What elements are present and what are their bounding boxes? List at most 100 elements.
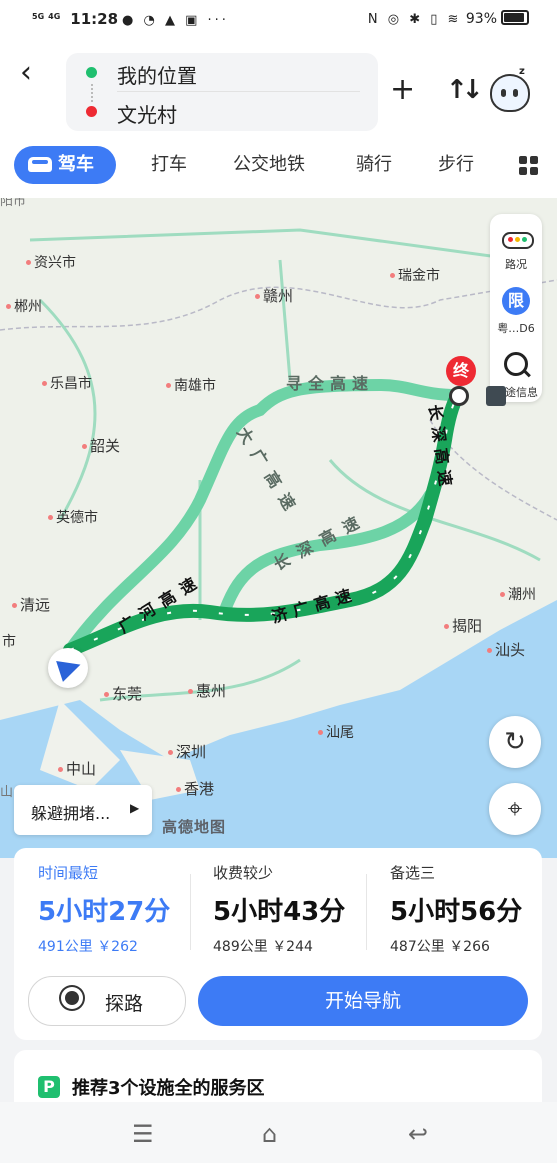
start-navigation-button[interactable]: 开始导航 bbox=[198, 976, 528, 1026]
locate-button[interactable]: ⌖ bbox=[489, 783, 541, 835]
car-icon bbox=[28, 157, 52, 172]
route-options-panel: 时间最短 5小时27分 491公里 ￥262 收费较少 5小时43分 489公里… bbox=[14, 848, 542, 1040]
origin-field[interactable]: 我的位置 bbox=[117, 60, 197, 89]
service-area-card[interactable]: P 推荐3个设施全的服务区 bbox=[14, 1050, 542, 1110]
swap-icon: ↑↓ bbox=[446, 75, 483, 105]
city-ganzhou: 赣州 bbox=[255, 285, 293, 306]
destination-pin-icon bbox=[449, 386, 469, 406]
parking-icon: P bbox=[38, 1076, 60, 1098]
transport-tabs: 驾车 打车 公交地铁 骑行 步行 bbox=[0, 146, 557, 188]
city-jieyang: 揭阳 bbox=[444, 615, 482, 636]
network-5g: 5G bbox=[32, 12, 45, 21]
route-map[interactable]: 阳市 资兴市 郴州 赣州 瑞金市 乐昌市 南雄市 韶关 英德市 清远 市 东莞 … bbox=[0, 198, 557, 858]
tab-bike[interactable]: 骑行 bbox=[356, 146, 392, 184]
crosshair-icon: ⌖ bbox=[507, 794, 523, 824]
city-dongguan: 东莞 bbox=[104, 683, 142, 704]
city-chaozhou: 潮州 bbox=[500, 584, 536, 604]
option-toll: ￥244 bbox=[272, 939, 313, 955]
add-waypoint-button[interactable]: + bbox=[390, 72, 415, 107]
option-tag: 收费较少 bbox=[213, 864, 274, 882]
refresh-icon: ↻ bbox=[504, 727, 526, 757]
assistant-mascot-button[interactable] bbox=[490, 74, 530, 112]
more-modes-grid-icon[interactable] bbox=[519, 156, 539, 176]
option-distance: 491公里 bbox=[38, 939, 93, 955]
city-ruijin: 瑞金市 bbox=[390, 265, 440, 285]
city-lechang: 乐昌市 bbox=[42, 373, 92, 393]
destination-marker[interactable]: 终 bbox=[446, 356, 476, 386]
city-chenzhou: 郴州 bbox=[6, 296, 42, 316]
search-icon[interactable] bbox=[504, 352, 528, 376]
tab-drive[interactable]: 驾车 bbox=[14, 146, 116, 184]
probe-route-button[interactable]: 探路 bbox=[28, 976, 186, 1026]
city-qingyuan: 清远 bbox=[12, 594, 50, 615]
option-meta: 491公里 ￥262 bbox=[38, 936, 170, 956]
option-toll: ￥266 bbox=[449, 939, 490, 955]
tab-transit[interactable]: 公交地铁 bbox=[233, 146, 305, 184]
radar-icon bbox=[65, 991, 79, 1005]
city-shaoguan: 韶关 bbox=[82, 435, 120, 456]
city-nanxiong: 南雄市 bbox=[166, 375, 216, 395]
avoid-label: 躲避拥堵... bbox=[31, 804, 111, 823]
route-option-fastest[interactable]: 时间最短 5小时27分 491公里 ￥262 bbox=[38, 862, 170, 982]
route-connector bbox=[91, 84, 93, 102]
option-meta: 487公里 ￥266 bbox=[390, 936, 522, 956]
minor-road bbox=[29, 228, 521, 262]
plus-icon: + bbox=[390, 72, 416, 107]
route-option-alt-three[interactable]: 备选三 5小时56分 487公里 ￥266 bbox=[390, 862, 522, 982]
swap-route-button[interactable]: ↑↓ bbox=[446, 75, 483, 105]
city-hongkong: 香港 bbox=[176, 778, 214, 799]
highway-xunquan: 寻全高速 bbox=[286, 374, 375, 393]
tab-taxi[interactable]: 打车 bbox=[151, 146, 187, 184]
status-bar: 5G 4G 11:28 ● ◔ ▲ ▣ ··· N ◎ ✱ ▯ ≋ 93% bbox=[0, 0, 557, 40]
home-icon[interactable]: ⌂ bbox=[262, 1120, 277, 1148]
chevron-left-icon: ‹ bbox=[20, 55, 32, 90]
notification-icons: ● ◔ ▲ ▣ ··· bbox=[122, 13, 229, 28]
option-distance: 487公里 bbox=[390, 939, 445, 955]
destination-dot-icon bbox=[86, 106, 97, 117]
tab-label: 驾车 bbox=[58, 154, 94, 175]
avoid-congestion-button[interactable]: 躲避拥堵... ▶ bbox=[14, 785, 152, 835]
road-number-badge bbox=[486, 386, 506, 406]
divider bbox=[366, 874, 367, 950]
city-label: 山 bbox=[0, 785, 14, 800]
option-time: 5小时27分 bbox=[38, 897, 171, 927]
option-toll: ￥262 bbox=[97, 939, 138, 955]
network-4g: 4G bbox=[48, 12, 61, 21]
restriction-label: 粤…D6 bbox=[497, 322, 535, 335]
city-shantou: 汕头 bbox=[487, 639, 525, 660]
current-location-arrow-icon[interactable] bbox=[48, 648, 88, 688]
status-left: 5G 4G 11:28 ● ◔ ▲ ▣ ··· bbox=[32, 10, 229, 28]
refresh-route-button[interactable]: ↻ bbox=[489, 716, 541, 768]
divider bbox=[117, 91, 360, 92]
city-shenzhen: 深圳 bbox=[168, 741, 206, 762]
system-nav-bar: ☰ ⌂ ↩ bbox=[0, 1102, 557, 1163]
service-area-text: 推荐3个设施全的服务区 bbox=[72, 1078, 265, 1099]
city-label: 市 bbox=[2, 634, 16, 650]
option-tag: 备选三 bbox=[390, 864, 436, 882]
triangle-right-icon: ▶ bbox=[130, 801, 140, 815]
option-time: 5小时43分 bbox=[213, 897, 346, 927]
back-button[interactable]: ‹ bbox=[20, 58, 44, 88]
route-option-low-toll[interactable]: 收费较少 5小时43分 489公里 ￥244 bbox=[213, 862, 345, 982]
menu-icon[interactable]: ☰ bbox=[132, 1120, 154, 1148]
traffic-light-icon[interactable] bbox=[502, 232, 534, 249]
minor-road bbox=[278, 259, 292, 381]
option-meta: 489公里 ￥244 bbox=[213, 936, 345, 956]
tab-walk[interactable]: 步行 bbox=[438, 146, 474, 184]
traffic-label: 路况 bbox=[505, 258, 527, 271]
clock: 11:28 bbox=[70, 10, 119, 28]
back-icon[interactable]: ↩ bbox=[408, 1120, 428, 1148]
city-zhongshan: 中山 bbox=[58, 758, 96, 779]
amap-logo: 高德地图 bbox=[162, 818, 227, 836]
probe-label: 探路 bbox=[105, 993, 144, 1015]
status-right: N ◎ ✱ ▯ ≋ 93% bbox=[368, 10, 529, 27]
restriction-icon[interactable]: 限 bbox=[502, 287, 530, 315]
battery-percent: 93% bbox=[465, 11, 497, 27]
option-time: 5小时56分 bbox=[390, 897, 523, 927]
city-zixing: 资兴市 bbox=[26, 252, 76, 272]
system-icons: N ◎ ✱ ▯ ≋ bbox=[367, 12, 462, 27]
origin-dot-icon bbox=[86, 67, 97, 78]
battery-icon bbox=[501, 10, 529, 25]
sleep-z-icon: z bbox=[519, 66, 525, 77]
destination-field[interactable]: 文光村 bbox=[117, 99, 177, 128]
